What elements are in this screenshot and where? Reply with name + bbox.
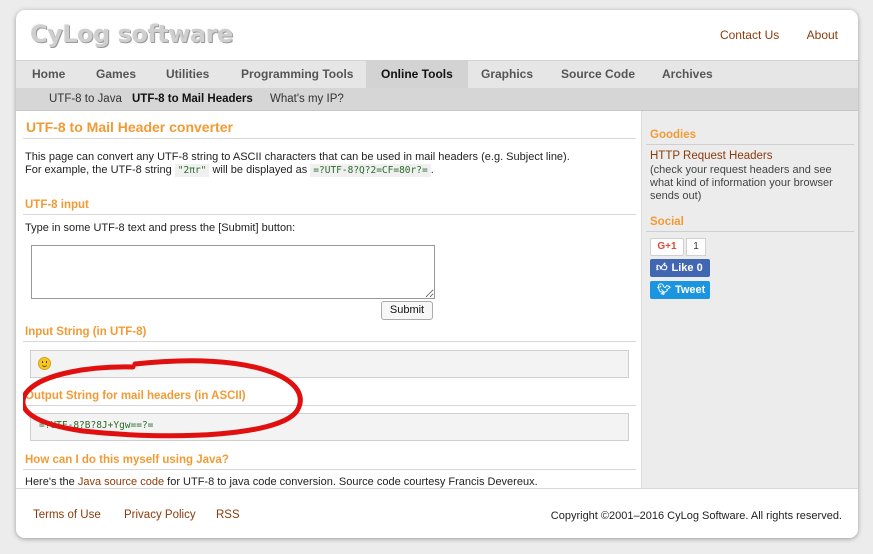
facebook-like-button[interactable]: 👍︎ Like 0 bbox=[650, 259, 710, 277]
submit-button[interactable]: Submit bbox=[381, 301, 433, 320]
nav-item-utilities[interactable]: Utilities bbox=[166, 61, 209, 88]
goodies-heading: Goodies bbox=[650, 129, 697, 141]
site-header: CyLog software Contact Us About bbox=[16, 10, 858, 60]
copyright-text: Copyright ©2001–2016 CyLog Software. All… bbox=[550, 510, 842, 522]
terms-of-use-link[interactable]: Terms of Use bbox=[33, 509, 101, 521]
subnav-item-whats-my-ip[interactable]: What's my IP? bbox=[270, 88, 344, 110]
divider bbox=[646, 231, 854, 232]
top-links: Contact Us About bbox=[696, 28, 838, 42]
utf8-text-input[interactable] bbox=[31, 245, 435, 299]
output-string-box: =?UTF-8?B?8J+Ygw==?= bbox=[30, 413, 629, 441]
social-heading: Social bbox=[650, 216, 684, 228]
site-logo[interactable]: CyLog software bbox=[30, 20, 233, 48]
divider bbox=[23, 405, 636, 406]
rss-link[interactable]: RSS bbox=[216, 509, 240, 521]
example-input-code: "2πr" bbox=[174, 164, 210, 177]
tweet-label: Tweet bbox=[674, 284, 706, 296]
page-title: UTF-8 to Mail Header converter bbox=[26, 119, 233, 135]
subnav-item-utf8-to-mail-headers[interactable]: UTF-8 to Mail Headers bbox=[132, 88, 253, 110]
nav-item-archives[interactable]: Archives bbox=[662, 61, 713, 88]
facebook-like-label: Like 0 bbox=[671, 262, 703, 274]
nav-item-source-code[interactable]: Source Code bbox=[561, 61, 635, 88]
intro-line-1: This page can convert any UTF-8 string t… bbox=[25, 151, 570, 164]
java-text-a: Here's the bbox=[25, 476, 75, 488]
about-link[interactable]: About bbox=[807, 28, 838, 42]
divider bbox=[23, 341, 636, 342]
intro-text-2b: will be displayed as bbox=[212, 164, 308, 176]
nav-item-graphics[interactable]: Graphics bbox=[481, 61, 533, 88]
nav-item-online-tools[interactable]: Online Tools bbox=[366, 61, 468, 88]
divider bbox=[23, 469, 636, 470]
java-text-b: for UTF-8 to java code conversion. Sourc… bbox=[167, 476, 538, 488]
thumbs-up-icon: 👍︎ bbox=[656, 262, 668, 274]
nav-item-programming-tools[interactable]: Programming Tools bbox=[241, 61, 353, 88]
goodies-description: (check your request headers and see what… bbox=[650, 164, 833, 202]
grinning-face-icon bbox=[38, 357, 51, 370]
sidebar: Goodies HTTP Request Headers (check your… bbox=[641, 111, 858, 488]
intro-text-2c: . bbox=[430, 164, 434, 176]
input-string-box bbox=[30, 350, 629, 378]
intro-text-1: This page can convert any UTF-8 string t… bbox=[25, 151, 570, 163]
subnav-item-utf8-to-java[interactable]: UTF-8 to Java bbox=[49, 88, 122, 110]
privacy-policy-link[interactable]: Privacy Policy bbox=[124, 509, 196, 521]
divider bbox=[646, 144, 854, 145]
input-string-heading: Input String (in UTF-8) bbox=[25, 326, 147, 338]
utf8-input-heading: UTF-8 input bbox=[25, 199, 89, 211]
divider bbox=[23, 138, 636, 139]
twitter-bird-icon: 🐦︎ bbox=[657, 284, 671, 296]
contact-us-link[interactable]: Contact Us bbox=[720, 28, 779, 42]
nav-item-games[interactable]: Games bbox=[96, 61, 136, 88]
example-output-code: =?UTF-8?Q?2=CF=80r?= bbox=[310, 164, 431, 177]
site-footer: Terms of Use Privacy Policy RSS Copyrigh… bbox=[16, 488, 858, 538]
output-string-heading: Output String for mail headers (in ASCII… bbox=[25, 390, 246, 402]
divider bbox=[23, 214, 636, 215]
page: CyLog software Contact Us About Home Gam… bbox=[16, 10, 858, 538]
main-content: UTF-8 to Mail Header converter This page… bbox=[23, 111, 636, 488]
output-string-value[interactable]: =?UTF-8?B?8J+Ygw==?= bbox=[39, 420, 153, 431]
intro-line-2: For example, the UTF-8 string "2πr" will… bbox=[25, 164, 434, 177]
java-heading: How can I do this myself using Java? bbox=[25, 454, 229, 466]
google-plus-button[interactable]: G+1 bbox=[650, 238, 684, 256]
input-instructions: Type in some UTF-8 text and press the [S… bbox=[25, 222, 296, 234]
main-nav: Home Games Utilities Programming Tools O… bbox=[16, 60, 858, 89]
intro-text-2a: For example, the UTF-8 string bbox=[25, 164, 172, 176]
google-plus-count: 1 bbox=[686, 238, 706, 256]
nav-item-home[interactable]: Home bbox=[32, 61, 65, 88]
tweet-button[interactable]: 🐦︎ Tweet bbox=[650, 281, 710, 299]
java-source-code-link[interactable]: Java source code bbox=[78, 476, 164, 488]
sub-nav: UTF-8 to Java UTF-8 to Mail Headers What… bbox=[16, 88, 858, 111]
http-request-headers-link[interactable]: HTTP Request Headers bbox=[650, 150, 773, 162]
